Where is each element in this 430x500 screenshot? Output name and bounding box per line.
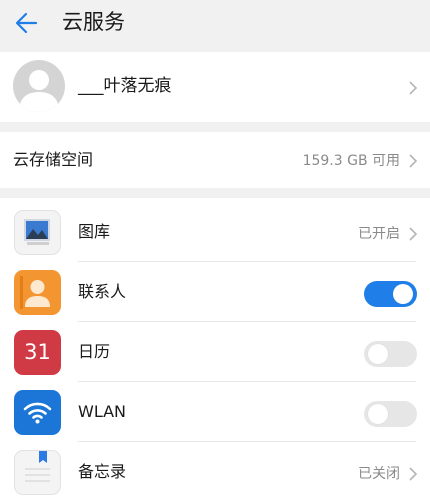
contacts-icon [14, 270, 61, 315]
list-item-calendar[interactable]: 31 日历 [0, 322, 430, 382]
status-text: 已关闭 [358, 466, 400, 482]
account-name: ___叶落无痕 [78, 76, 172, 96]
wlan-toggle[interactable] [364, 401, 417, 427]
storage-label: 云存储空间 [13, 150, 94, 169]
avatar-icon [19, 70, 59, 112]
app-label: 备忘录 [78, 462, 127, 481]
sync-apps-list: 图库 已开启 联系人 31 日历 WLAN 备忘录 已关闭 [0, 198, 430, 500]
avatar [13, 60, 65, 112]
app-label: 联系人 [78, 282, 127, 301]
account-row[interactable]: ___叶落无痕 [0, 52, 430, 122]
page-title: 云服务 [62, 10, 125, 34]
app-label: 图库 [78, 222, 111, 241]
chevron-right-icon [409, 81, 418, 95]
app-label: WLAN [78, 402, 127, 421]
list-item-contacts[interactable]: 联系人 [0, 262, 430, 322]
app-label: 日历 [78, 342, 111, 361]
top-bar: 云服务 [0, 0, 430, 45]
status-text: 已开启 [358, 226, 400, 242]
calendar-icon: 31 [14, 330, 61, 375]
cloud-storage-row[interactable]: 云存储空间 159.3 GB 可用 [0, 132, 430, 188]
gallery-icon [14, 210, 61, 255]
chevron-right-icon [409, 154, 418, 168]
chevron-right-icon [409, 227, 418, 241]
calendar-icon-text: 31 [24, 340, 51, 364]
list-item-notepad[interactable]: 备忘录 已关闭 [0, 442, 430, 500]
calendar-toggle[interactable] [364, 341, 417, 367]
storage-value: 159.3 GB 可用 [302, 153, 400, 169]
contacts-toggle[interactable] [364, 281, 417, 307]
back-arrow-icon[interactable] [12, 8, 42, 38]
notepad-icon [14, 450, 61, 495]
list-item-gallery[interactable]: 图库 已开启 [0, 202, 430, 262]
wlan-icon [14, 390, 61, 435]
chevron-right-icon [409, 467, 418, 481]
list-item-wlan[interactable]: WLAN [0, 382, 430, 442]
